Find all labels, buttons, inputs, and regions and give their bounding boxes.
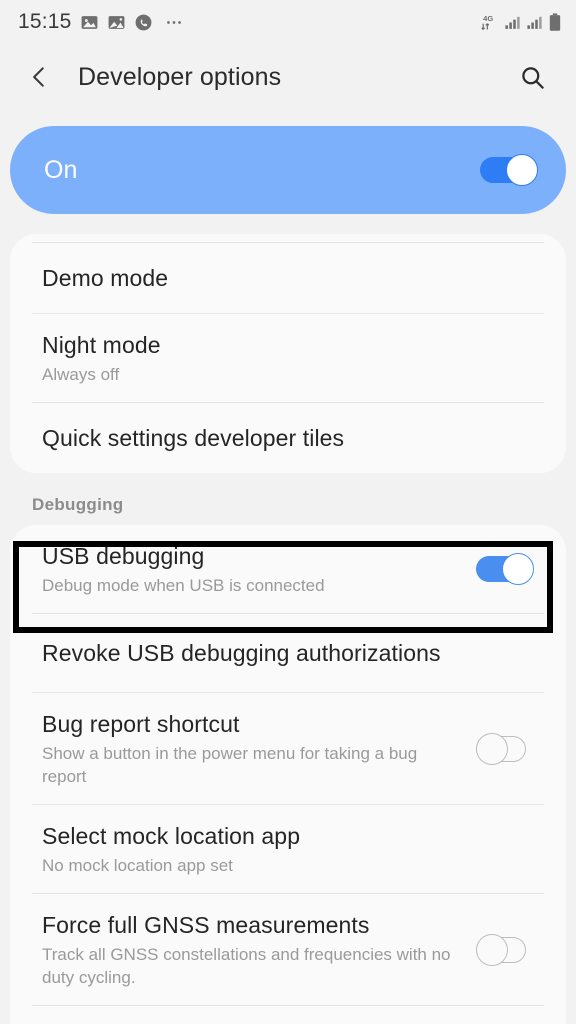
photo-icon: [81, 15, 97, 29]
row-texts: Demo mode: [42, 263, 534, 293]
bug-report-shortcut-toggle[interactable]: [476, 732, 534, 765]
row-usb-debugging[interactable]: USB debugging Debug mode when USB is con…: [10, 525, 566, 613]
settings-card-general: Demo mode Night mode Always off Quick se…: [10, 234, 566, 473]
row-title: Quick settings developer tiles: [42, 425, 345, 451]
row-title: USB debugging: [42, 543, 205, 569]
row-texts: Force full GNSS measurements Track all G…: [42, 910, 476, 989]
row-force-full-gnss-measurements[interactable]: Force full GNSS measurements Track all G…: [10, 894, 566, 1005]
row-texts: Night mode Always off: [42, 330, 534, 386]
row-partial-next[interactable]: [10, 1006, 566, 1024]
row-quick-settings-developer-tiles[interactable]: Quick settings developer tiles: [10, 403, 566, 473]
back-button[interactable]: [26, 57, 66, 97]
data-transfer-icon: 4G: [481, 14, 493, 30]
row-demo-mode[interactable]: Demo mode: [10, 243, 566, 313]
status-bar: 15:15 4G: [0, 0, 576, 44]
row-night-mode[interactable]: Night mode Always off: [10, 314, 566, 402]
row-title: Select mock location app: [42, 823, 301, 849]
developer-options-master-switch-banner[interactable]: On: [10, 126, 566, 214]
row-title: Force full GNSS measurements: [42, 912, 370, 938]
toggle-thumb: [502, 553, 534, 585]
app-bar: Developer options: [0, 44, 576, 110]
chevron-left-icon: [33, 67, 44, 87]
row-bug-report-shortcut[interactable]: Bug report shortcut Show a button in the…: [10, 693, 566, 804]
whatsapp-icon: [135, 14, 151, 30]
toggle-thumb: [476, 933, 508, 966]
search-icon: [521, 66, 544, 89]
row-subtitle: Debug mode when USB is connected: [42, 576, 325, 595]
master-switch-label: On: [44, 155, 78, 184]
section-header-debugging: Debugging: [32, 495, 124, 514]
status-bar-left: 15:15: [18, 10, 479, 34]
row-subtitle: Track all GNSS constellations and freque…: [42, 945, 451, 987]
row-texts: Bug report shortcut Show a button in the…: [42, 709, 476, 788]
battery-icon: [549, 12, 561, 31]
row-title: Bug report shortcut: [42, 711, 240, 737]
row-title: Night mode: [42, 332, 161, 358]
status-clock: 15:15: [18, 10, 72, 33]
svg-text:4G: 4G: [483, 14, 493, 23]
status-bar-right: 4G: [479, 12, 562, 32]
row-texts: USB debugging Debug mode when USB is con…: [42, 541, 476, 597]
toggle-thumb: [476, 732, 508, 765]
row-subtitle: Always off: [42, 365, 120, 384]
row-texts: Revoke USB debugging authorizations: [42, 638, 534, 668]
row-texts: Quick settings developer tiles: [42, 423, 534, 453]
settings-card-debugging: USB debugging Debug mode when USB is con…: [10, 525, 566, 1024]
row-texts: Select mock location app No mock locatio…: [42, 821, 534, 877]
usb-debugging-toggle[interactable]: [476, 553, 534, 585]
force-full-gnss-measurements-toggle[interactable]: [476, 933, 534, 966]
row-select-mock-location-app[interactable]: Select mock location app No mock locatio…: [10, 805, 566, 893]
row-subtitle: No mock location app set: [42, 856, 233, 875]
photo-stack-icon: [108, 15, 124, 29]
row-revoke-usb-debugging-authorizations[interactable]: Revoke USB debugging authorizations: [10, 614, 566, 692]
signal-bars-icon-2: [527, 16, 542, 29]
search-button[interactable]: [510, 55, 554, 99]
row-title: Demo mode: [42, 265, 169, 291]
master-switch-toggle[interactable]: [480, 154, 538, 186]
signal-bars-icon: [505, 16, 520, 29]
toggle-thumb: [506, 154, 538, 186]
row-subtitle: Show a button in the power menu for taki…: [42, 744, 418, 786]
page-title: Developer options: [78, 62, 282, 91]
row-title: Revoke USB debugging authorizations: [42, 640, 441, 666]
more-dots-icon: [166, 20, 181, 24]
